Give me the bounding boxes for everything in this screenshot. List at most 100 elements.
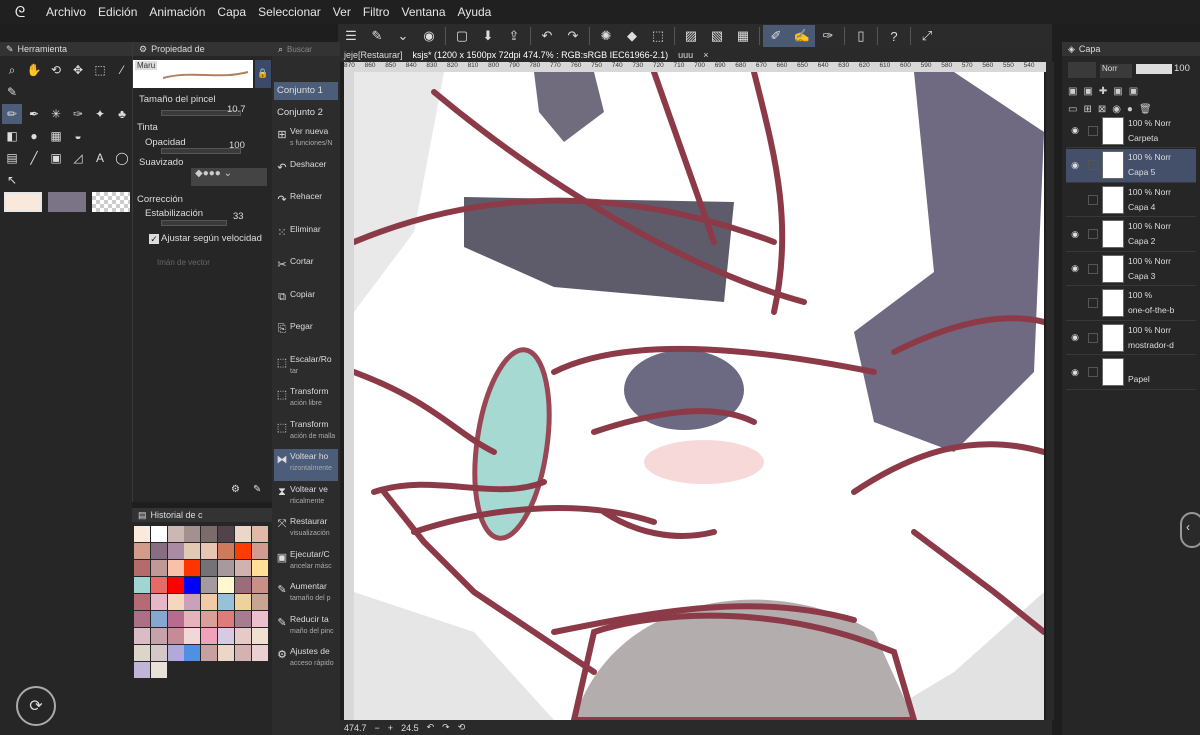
- app-logo-icon[interactable]: ᘓ: [0, 4, 40, 21]
- menu-ayuda[interactable]: Ayuda: [452, 5, 498, 19]
- color-swatch[interactable]: [184, 611, 201, 627]
- color-swatch[interactable]: [134, 628, 150, 644]
- layer-row[interactable]: ◉ 100 % Norr Carpeta: [1066, 114, 1196, 148]
- color-swatch[interactable]: [251, 594, 268, 610]
- command-4[interactable]: ✂ Cortar: [274, 254, 338, 286]
- set-1[interactable]: Conjunto 1: [274, 82, 338, 100]
- color-swatch[interactable]: [184, 645, 201, 661]
- layer-name[interactable]: one-of-the-b: [1128, 305, 1174, 315]
- layer-row[interactable]: ◉ Papel: [1066, 356, 1196, 390]
- export-icon[interactable]: ⇪: [501, 25, 527, 47]
- layer-row[interactable]: 100 % Norr Capa 4: [1066, 183, 1196, 217]
- color-swatch[interactable]: [218, 645, 234, 661]
- layer-name[interactable]: Capa 2: [1128, 236, 1155, 246]
- tab-uuu[interactable]: uuu: [678, 50, 693, 60]
- rotate-right-icon[interactable]: ↷: [442, 722, 450, 733]
- close-tab-icon[interactable]: ×: [703, 50, 708, 60]
- layer-row[interactable]: ◉ 100 % Norr Capa 2: [1066, 218, 1196, 252]
- color-swatch[interactable]: [134, 662, 150, 678]
- command-7[interactable]: ⬚ Escalar/Ro tar: [274, 352, 338, 384]
- layer-name[interactable]: Capa 5: [1128, 167, 1155, 177]
- command-5[interactable]: ⧉ Copiar: [274, 287, 338, 319]
- layer-row[interactable]: 100 % one-of-the-b: [1066, 287, 1196, 321]
- wrench-icon[interactable]: ✎: [253, 484, 261, 495]
- color-swatch[interactable]: [251, 577, 268, 593]
- clear-icon[interactable]: ✺: [593, 25, 619, 47]
- color-swatch[interactable]: [201, 594, 218, 610]
- sparkle-icon[interactable]: ✦: [90, 104, 110, 124]
- layer-name[interactable]: Capa 3: [1128, 271, 1155, 281]
- quick-switch-icon[interactable]: ⟳: [16, 686, 56, 726]
- pen-mode-icon[interactable]: ✐: [763, 25, 789, 47]
- pencil-icon[interactable]: ✏: [2, 104, 22, 124]
- layer-lock-checkbox[interactable]: [1088, 160, 1098, 170]
- eye-icon[interactable]: ◉: [1066, 332, 1084, 343]
- chevron-down-icon[interactable]: ⌄: [390, 25, 416, 47]
- menu-archivo[interactable]: Archivo: [40, 5, 92, 19]
- zoom-out-icon[interactable]: −: [375, 723, 380, 733]
- eye-icon[interactable]: ◉: [1066, 229, 1084, 240]
- color-swatch[interactable]: [251, 543, 268, 559]
- fill-icon[interactable]: ◆: [619, 25, 645, 47]
- opacity-value[interactable]: 100: [229, 140, 245, 151]
- color-swatch[interactable]: [234, 628, 251, 644]
- command-6[interactable]: ⎘ Pegar: [274, 319, 338, 351]
- color-swatch[interactable]: [150, 543, 167, 559]
- adjust-speed-checkbox[interactable]: ✓: [149, 234, 159, 244]
- zoom-icon[interactable]: ⌕: [2, 60, 22, 80]
- command-13[interactable]: ▣ Ejecutar/C ancelar másc: [274, 547, 338, 579]
- color-swatch[interactable]: [201, 611, 218, 627]
- color-swatch[interactable]: [150, 611, 167, 627]
- main-color-swatch[interactable]: [4, 192, 42, 212]
- color-swatch[interactable]: [218, 577, 234, 593]
- color-swatch[interactable]: [150, 594, 167, 610]
- color-swatch[interactable]: [134, 611, 150, 627]
- layer-name[interactable]: Capa 4: [1128, 202, 1155, 212]
- command-0[interactable]: ⊞ Ver nueva s funciones/N: [274, 124, 338, 156]
- ruler-icon[interactable]: ◿: [68, 148, 88, 168]
- color-swatch[interactable]: [150, 560, 167, 576]
- tab-ksjs[interactable]: ksjs* (1200 x 1500px 72dpi 474.7% : RGB:…: [413, 50, 669, 60]
- color-swatch[interactable]: [134, 543, 150, 559]
- layer-lock-checkbox[interactable]: [1088, 298, 1098, 308]
- color-swatch[interactable]: [201, 543, 218, 559]
- marquee-icon[interactable]: ⬚: [90, 60, 110, 80]
- color-swatch[interactable]: [251, 611, 268, 627]
- layer-name[interactable]: Papel: [1128, 374, 1150, 384]
- frame-icon[interactable]: ▣: [46, 148, 66, 168]
- command-15[interactable]: ✎ Reducir ta maño del pinc: [274, 612, 338, 644]
- layer-row[interactable]: ◉ 100 % Norr Capa 3: [1066, 252, 1196, 286]
- command-8[interactable]: ⬚ Transform ación libre: [274, 384, 338, 416]
- transparent-color-swatch[interactable]: [92, 192, 130, 212]
- lock-icon[interactable]: 🔒: [255, 60, 271, 88]
- color-swatch[interactable]: [234, 577, 251, 593]
- eye-icon[interactable]: ◉: [1066, 263, 1084, 274]
- color-swatch[interactable]: [150, 662, 167, 678]
- color-swatch[interactable]: [251, 628, 268, 644]
- color-swatch[interactable]: [184, 526, 201, 542]
- color-swatch[interactable]: [184, 577, 201, 593]
- layer-lock-checkbox[interactable]: [1088, 332, 1098, 343]
- color-swatch[interactable]: [167, 611, 184, 627]
- command-11[interactable]: ⧗ Voltear ve rticalmente: [274, 482, 338, 514]
- color-swatch[interactable]: [184, 594, 201, 610]
- layer-opacity-value[interactable]: 100: [1174, 63, 1190, 74]
- color-swatch[interactable]: [201, 526, 218, 542]
- decoration-icon[interactable]: ✑: [68, 104, 88, 124]
- color-swatch[interactable]: [134, 560, 150, 576]
- phone-icon[interactable]: ▯: [848, 25, 874, 47]
- color-swatch[interactable]: [184, 543, 201, 559]
- eye-icon[interactable]: ◉: [1066, 160, 1084, 171]
- color-swatch[interactable]: [167, 628, 184, 644]
- help-icon[interactable]: ?: [881, 25, 907, 47]
- transform-icon[interactable]: ⬚: [645, 25, 671, 47]
- save-icon[interactable]: ⬇: [475, 25, 501, 47]
- color-swatch[interactable]: [150, 645, 167, 661]
- color-swatch[interactable]: [167, 594, 184, 610]
- rotate-icon[interactable]: ⟲: [46, 60, 66, 80]
- command-1[interactable]: ↶ Deshacer: [274, 157, 338, 189]
- line-icon[interactable]: ╱: [24, 148, 44, 168]
- color-swatch[interactable]: [234, 543, 251, 559]
- layer-opacity-slider[interactable]: [1136, 64, 1172, 74]
- color-mode-selector[interactable]: [1068, 62, 1096, 78]
